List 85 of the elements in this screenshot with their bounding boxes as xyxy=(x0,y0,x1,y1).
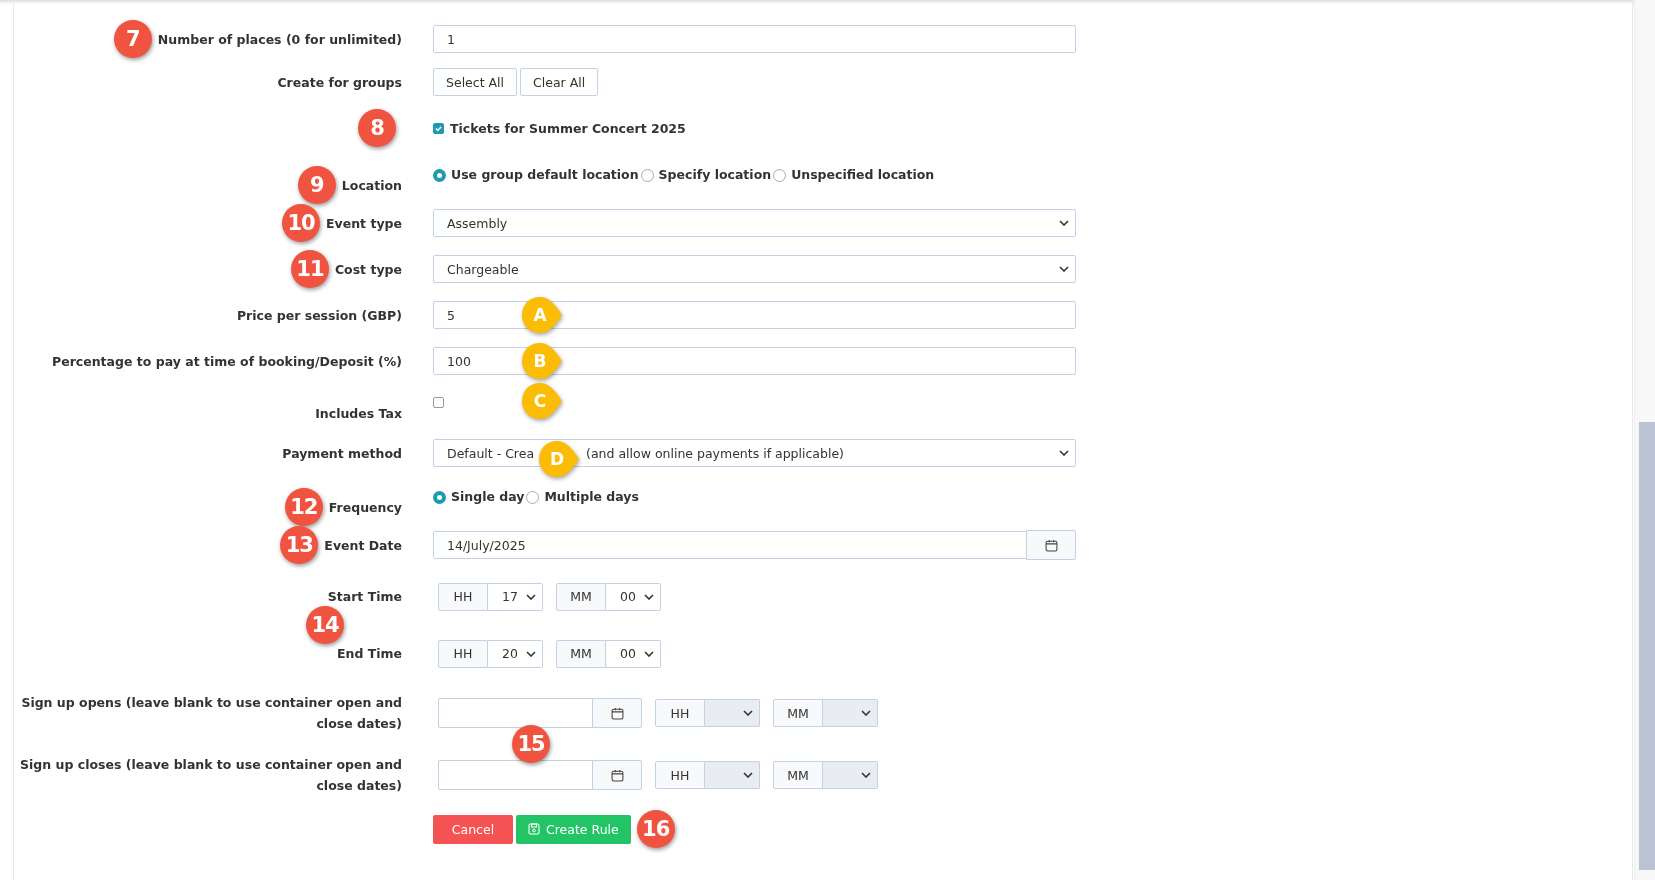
hour-select[interactable] xyxy=(705,699,760,727)
field-label: Start Time xyxy=(327,589,402,604)
minute-addon: MM xyxy=(773,699,823,727)
radio-button[interactable] xyxy=(773,169,787,182)
field-label: Create for groups xyxy=(277,74,402,90)
checkbox-label: Tickets for Summer Concert 2025 xyxy=(450,120,686,136)
group-checkbox[interactable] xyxy=(433,122,444,134)
minute-select[interactable]: 00 xyxy=(606,582,661,611)
calendar-icon xyxy=(1044,538,1058,552)
hour-addon: HH xyxy=(655,761,705,789)
field-label: Cost type xyxy=(334,261,402,277)
field-label: Includes Tax xyxy=(315,405,402,421)
field-label: Event Date xyxy=(324,537,402,553)
field-label: Number of places (0 for unlimited) xyxy=(157,31,402,47)
annotation-number-badge: 13 xyxy=(280,526,319,564)
text-input[interactable]: 1 xyxy=(433,25,1076,53)
radio-label: Multiple days xyxy=(544,488,639,504)
radio-label: Unspecified location xyxy=(791,166,935,182)
annotation-number-badge: 8 xyxy=(358,109,396,147)
hour-addon: HH xyxy=(438,639,488,668)
annotation-letter-pin: C xyxy=(520,380,564,421)
field-label: Payment method xyxy=(282,445,402,461)
hour-addon: HH xyxy=(655,699,705,727)
field-label: Sign up opens (leave blank to use container open and close dates) xyxy=(20,694,402,733)
calendar-icon xyxy=(610,706,624,720)
chevron-down-icon xyxy=(861,710,871,716)
annotation-number-badge: 7 xyxy=(113,20,152,58)
minute-addon: MM xyxy=(773,761,823,789)
minute-select[interactable]: 00 xyxy=(606,639,661,668)
chevron-down-icon xyxy=(644,593,654,600)
minute-addon: MM xyxy=(556,639,606,668)
hour-select[interactable]: 17 xyxy=(488,582,543,611)
minute-addon: MM xyxy=(556,582,606,611)
radio-label: Single day xyxy=(451,488,525,504)
chevron-down-icon xyxy=(1059,266,1069,272)
radio-button[interactable] xyxy=(433,491,446,504)
chevron-down-icon xyxy=(1059,220,1069,226)
annotation-letter-pin: A xyxy=(520,295,564,335)
annotation-number-badge: 14 xyxy=(306,606,344,644)
chevron-down-icon xyxy=(526,593,536,600)
annotation-number-badge: 11 xyxy=(290,250,329,288)
annotation-number-badge: 10 xyxy=(282,204,321,242)
scrollbar[interactable] xyxy=(1634,0,1655,880)
calendar-button[interactable] xyxy=(1026,530,1076,560)
field-label: Event type xyxy=(326,215,402,231)
group-select-button[interactable]: Clear All xyxy=(520,68,599,96)
minute-select[interactable] xyxy=(823,761,878,789)
chevron-down-icon xyxy=(743,772,753,778)
annotation-number-badge: 16 xyxy=(636,810,675,848)
radio-button[interactable] xyxy=(640,169,654,182)
save-icon xyxy=(528,823,540,835)
field-label: End Time xyxy=(336,646,402,661)
radio-button[interactable] xyxy=(526,491,540,504)
date-input[interactable]: 14/July/2025 xyxy=(433,531,1027,559)
field-label: Frequency xyxy=(328,499,402,515)
annotation-letter-pin: B xyxy=(520,341,564,381)
annotation-number-badge: 15 xyxy=(512,725,550,763)
field-label: Location xyxy=(341,177,402,193)
field-label: Sign up closes (leave blank to use container open and close dates) xyxy=(19,756,402,795)
minute-select[interactable] xyxy=(823,699,878,727)
field-label: Price per session (GBP) xyxy=(236,307,402,323)
tax-checkbox[interactable] xyxy=(433,396,444,408)
field-label: Percentage to pay at time of booking/Deposit (%) xyxy=(52,353,402,369)
chevron-down-icon xyxy=(526,650,536,657)
chevron-down-icon xyxy=(861,772,871,778)
calendar-button[interactable] xyxy=(592,760,642,790)
dropdown-select[interactable]: Chargeable xyxy=(433,255,1076,283)
date-input[interactable] xyxy=(438,698,593,728)
hour-select[interactable] xyxy=(705,761,760,789)
annotation-number-badge: 12 xyxy=(284,488,323,526)
hour-addon: HH xyxy=(438,582,488,611)
hour-select[interactable]: 20 xyxy=(488,639,543,668)
radio-label: Use group default location xyxy=(451,166,639,182)
annotation-letter-pin: D xyxy=(537,439,581,479)
calendar-button[interactable] xyxy=(592,698,642,728)
chevron-down-icon xyxy=(1059,450,1069,456)
radio-label: Specify location xyxy=(658,166,772,182)
group-select-button[interactable]: Select All xyxy=(433,68,518,96)
dropdown-select[interactable]: Assembly xyxy=(433,209,1076,237)
annotation-number-badge: 9 xyxy=(297,166,336,204)
radio-button[interactable] xyxy=(433,169,446,182)
chevron-down-icon xyxy=(644,650,654,657)
chevron-down-icon xyxy=(743,710,753,716)
date-input[interactable] xyxy=(438,760,593,790)
calendar-icon xyxy=(610,768,624,782)
